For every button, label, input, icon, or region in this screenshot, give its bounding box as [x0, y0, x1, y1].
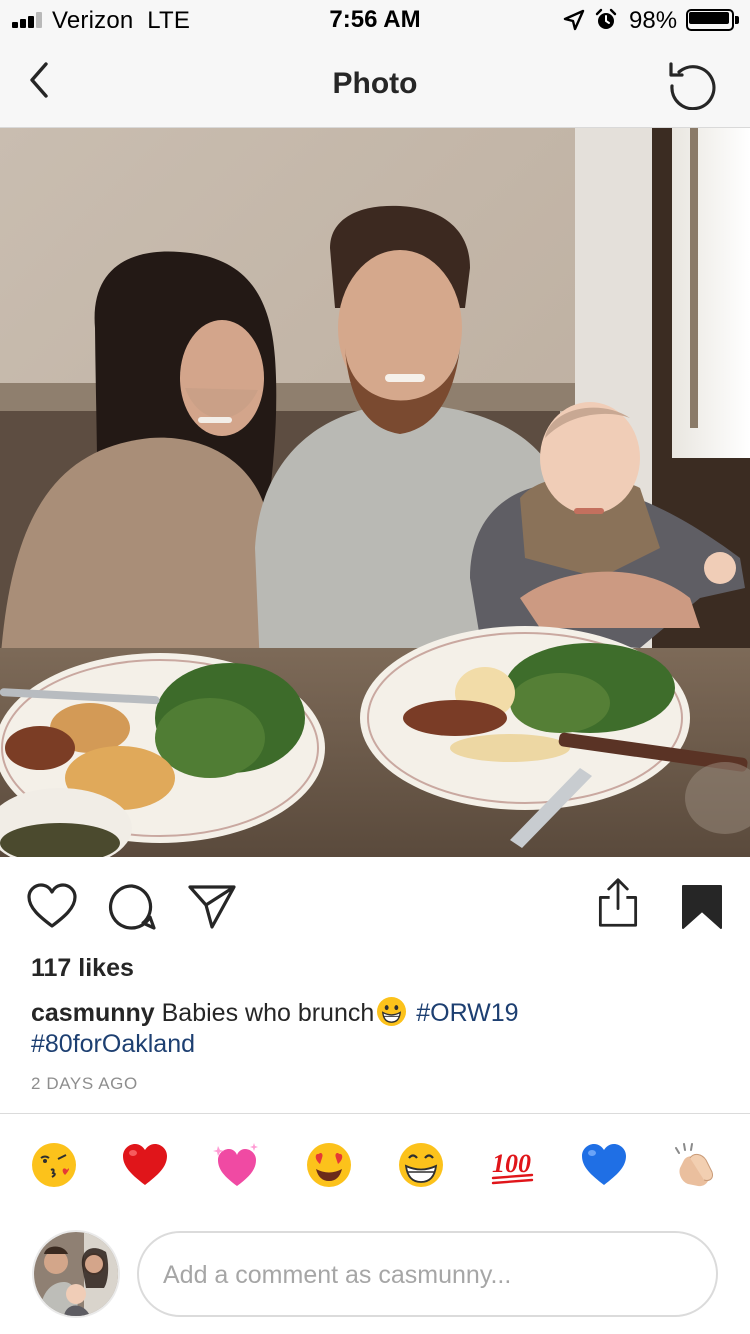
section-divider: [0, 1113, 750, 1114]
hashtag-link[interactable]: #ORW19: [416, 999, 518, 1027]
bookmark-filled-icon[interactable]: [676, 881, 728, 933]
quick-emoji-bar: 100: [0, 1140, 750, 1196]
nav-bar: Photo: [0, 40, 750, 128]
page-title: Photo: [332, 67, 418, 100]
sparkling-heart-emoji-icon[interactable]: [212, 1140, 262, 1190]
location-arrow-icon: [563, 9, 585, 31]
battery-percent: 98%: [629, 7, 678, 34]
post-action-bar: [0, 857, 750, 957]
heart-outline-icon[interactable]: [26, 881, 78, 933]
share-upload-icon[interactable]: [592, 877, 644, 929]
avatar[interactable]: [32, 1230, 120, 1318]
like-count[interactable]: 117 likes: [31, 954, 134, 983]
paper-plane-icon[interactable]: [186, 881, 238, 933]
comment-input[interactable]: [163, 1253, 693, 1297]
hundred-points-emoji-icon[interactable]: 100: [488, 1140, 538, 1190]
clapping-hands-emoji-icon[interactable]: [670, 1140, 720, 1190]
heart-eyes-emoji-icon[interactable]: [304, 1140, 354, 1190]
caption-text: Babies who brunch: [161, 999, 375, 1027]
post-timestamp: 2 DAYS AGO: [31, 1074, 138, 1093]
svg-text:100: 100: [492, 1149, 531, 1178]
red-heart-emoji-icon[interactable]: [120, 1140, 170, 1190]
post-photo-illustration: [0, 128, 750, 857]
post-photo[interactable]: [0, 128, 750, 857]
alarm-clock-icon: [595, 8, 617, 29]
blue-heart-emoji-icon[interactable]: [579, 1140, 629, 1190]
grinning-face-emoji-icon[interactable]: [396, 1140, 446, 1190]
hashtag-link[interactable]: #80forOakland: [31, 1030, 195, 1058]
comment-field[interactable]: [137, 1231, 718, 1317]
refresh-icon[interactable]: [665, 58, 721, 110]
comment-bubble-icon[interactable]: [106, 881, 158, 933]
avatar-photo: [34, 1232, 118, 1316]
grinning-face-emoji-icon: [377, 996, 407, 1027]
post-caption: casmunny Babies who brunch #ORW19 #80for…: [31, 996, 721, 1060]
status-bar: Verizon LTE 7:56 AM 98%: [0, 0, 750, 40]
caption-username[interactable]: casmunny: [31, 999, 155, 1027]
kissing-face-emoji-icon[interactable]: [29, 1140, 79, 1190]
battery-icon: [686, 9, 740, 31]
